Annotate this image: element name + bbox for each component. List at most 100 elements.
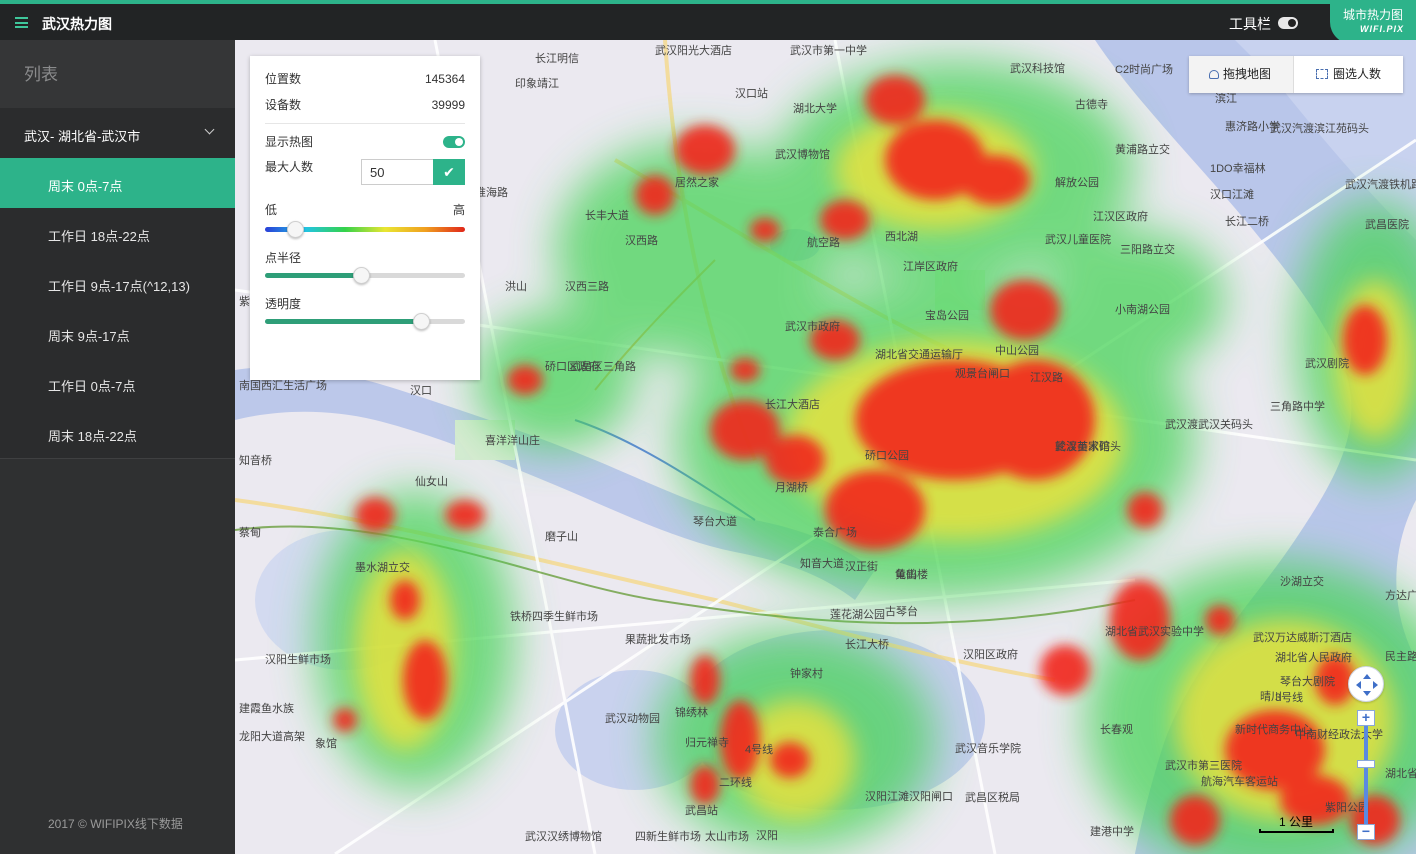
show-heatmap-row: 显示热图 (265, 129, 465, 155)
map-place-label: 航空路 (807, 235, 840, 249)
map-place-label: 建港中学 (1090, 824, 1134, 838)
show-heatmap-toggle[interactable] (443, 136, 465, 148)
map-place-label: 象馆 (315, 736, 337, 750)
opacity-track (265, 319, 465, 324)
opacity-label: 透明度 (265, 297, 302, 311)
zoom-in-button[interactable]: + (1357, 710, 1375, 726)
map-place-label: 泰合广场 (813, 525, 857, 539)
confirm-check-button[interactable]: ✔ (433, 159, 465, 185)
map-place-label: 三角路中学 (1270, 399, 1325, 413)
map-place-label: 汉口 (410, 384, 432, 397)
zoom-handle[interactable] (1357, 760, 1375, 768)
max-people-input[interactable] (361, 159, 433, 185)
map-place-label: 蔡甸 (239, 526, 261, 539)
map-place-label: 汉阳 (756, 829, 778, 842)
brand-title: 城市热力图 (1342, 8, 1403, 22)
map-place-label: 1DO幸福林 (1210, 161, 1266, 175)
selection-icon (1316, 69, 1328, 79)
map-place-label: 龟山 (895, 568, 917, 581)
map-place-label: 长春观 (1100, 723, 1133, 736)
map-place-label: 武汉市第三医院 (1165, 758, 1242, 772)
map-place-label: 武汉音乐学院 (955, 741, 1021, 755)
opacity-slider[interactable] (265, 311, 465, 337)
color-range-thumb[interactable] (287, 221, 304, 238)
pan-control[interactable] (1348, 666, 1384, 702)
map-place-label: 武汉阳光大酒店 (655, 43, 732, 57)
positions-row: 位置数 145364 (265, 66, 465, 92)
map-place-label: 江岸区政府 (903, 259, 958, 273)
map-mode-buttons: 拖拽地图 圈选人数 (1189, 56, 1403, 93)
city-group-header[interactable]: 武汉- 湖北省-武汉市 (0, 108, 235, 158)
time-slot-item[interactable]: 工作日 9点-17点(^12,13) (0, 258, 235, 308)
map-scale: 1 公里 (1259, 813, 1334, 833)
time-slot-item[interactable]: 周末 9点-17点 (0, 308, 235, 358)
opacity-thumb[interactable] (413, 313, 430, 330)
map-place-label: 四新生鲜市场 (635, 829, 701, 843)
map-place-label: 武汉汽渡滨江苑码头 (1270, 121, 1369, 135)
toolbar-label: 工具栏 (1229, 16, 1271, 32)
map-place-label: 建霞鱼水族 (239, 701, 294, 715)
scale-bar (1259, 829, 1334, 833)
heatmap-settings-panel: 位置数 145364 设备数 39999 显示热图 最大人数 ✔ 低 高 点半径… (250, 56, 480, 380)
map-place-label: 西北湖 (885, 230, 918, 243)
radius-thumb[interactable] (353, 267, 370, 284)
zoom-track[interactable] (1364, 722, 1368, 826)
toolbar-toggle[interactable] (1278, 17, 1298, 29)
map-place-label: 武昌医院 (1365, 217, 1409, 231)
map-place-label: 江汉区政府 (1093, 209, 1148, 223)
positions-value: 145364 (424, 72, 465, 86)
radius-slider[interactable] (265, 265, 465, 291)
panel-divider (265, 123, 465, 124)
menu-icon[interactable] (15, 17, 28, 28)
map-place-label: 月湖桥 (775, 481, 808, 494)
map-place-label: 武昌站 (685, 803, 718, 817)
select-people-label: 圈选人数 (1333, 67, 1382, 81)
map-place-label: 武汉动物园 (605, 711, 660, 725)
time-slot-item[interactable]: 周末 18点-22点 (0, 408, 235, 458)
map-place-label: 方达广场 (1385, 588, 1416, 602)
time-slot-list: 周末 0点-7点 工作日 18点-22点 工作日 9点-17点(^12,13) … (0, 158, 235, 459)
map-place-label: 汉阳江滩汉阳闸口 (865, 789, 953, 803)
map-place-label: 4号线 (745, 742, 773, 756)
color-range-slider[interactable] (265, 217, 465, 245)
map-place-label: 汉口站 (735, 86, 768, 100)
map-place-label: 宝岛公园 (925, 308, 969, 322)
map-place-label: 武汉万达威斯汀酒店 (1253, 630, 1352, 644)
map-place-label: 湖北省图书馆 (1385, 766, 1416, 780)
map-place-label: 长丰大道 (585, 208, 629, 222)
map-place-label: 航海汽车客运站 (1201, 774, 1278, 788)
top-bar: 武汉热力图 工具栏 城市热力图 WIFI.PIX (0, 0, 1416, 44)
max-people-row: 最大人数 ✔ (265, 159, 465, 185)
zoom-out-button[interactable]: − (1357, 824, 1375, 840)
map-place-label: 湖北大学 (793, 101, 837, 115)
time-slot-item[interactable]: 周末 0点-7点 (0, 158, 235, 208)
brand-logo: 城市热力图 WIFI.PIX (1330, 0, 1416, 44)
map-place-label: 知音大道 (800, 556, 844, 570)
opacity-fill (265, 319, 421, 324)
select-people-button[interactable]: 圈选人数 (1293, 56, 1403, 93)
map-place-label: 武汉市第一中学 (790, 43, 867, 57)
map-place-label: 3号线 (1275, 690, 1303, 704)
map-place-label: 汉正街 (845, 559, 878, 573)
time-slot-item[interactable]: 工作日 0点-7点 (0, 358, 235, 408)
map-place-label: 居然之家 (675, 175, 719, 189)
sidebar-heading: 列表 (0, 40, 235, 108)
map-place-label: 硚口公园 (865, 449, 909, 462)
drag-map-button[interactable]: 拖拽地图 (1189, 56, 1293, 93)
map-place-label: 汉口江滩 (1210, 187, 1254, 201)
map-place-label: 武汉汽渡铁机路码头 (1345, 177, 1416, 191)
devices-value: 39999 (431, 98, 465, 112)
map-place-label: 滨江 (1215, 91, 1237, 105)
map-place-label: 仙女山 (415, 474, 448, 488)
map-place-label: 龙阳大道高架 (239, 729, 305, 743)
map-place-label: 中山公园 (995, 344, 1039, 357)
map-place-label: 武汉市政府 (785, 319, 840, 333)
devices-label: 设备数 (265, 98, 302, 112)
devices-row: 设备数 39999 (265, 92, 465, 118)
map-place-label: 武汉科技馆 (1010, 61, 1065, 75)
time-slot-item[interactable]: 工作日 18点-22点 (0, 208, 235, 258)
chevron-down-icon (204, 124, 215, 135)
map-place-label: 观景台闸口 (955, 366, 1010, 380)
map-place-label: 南国西汇生活广场 (239, 378, 327, 392)
map-place-label: 武汉博物馆 (775, 147, 830, 161)
